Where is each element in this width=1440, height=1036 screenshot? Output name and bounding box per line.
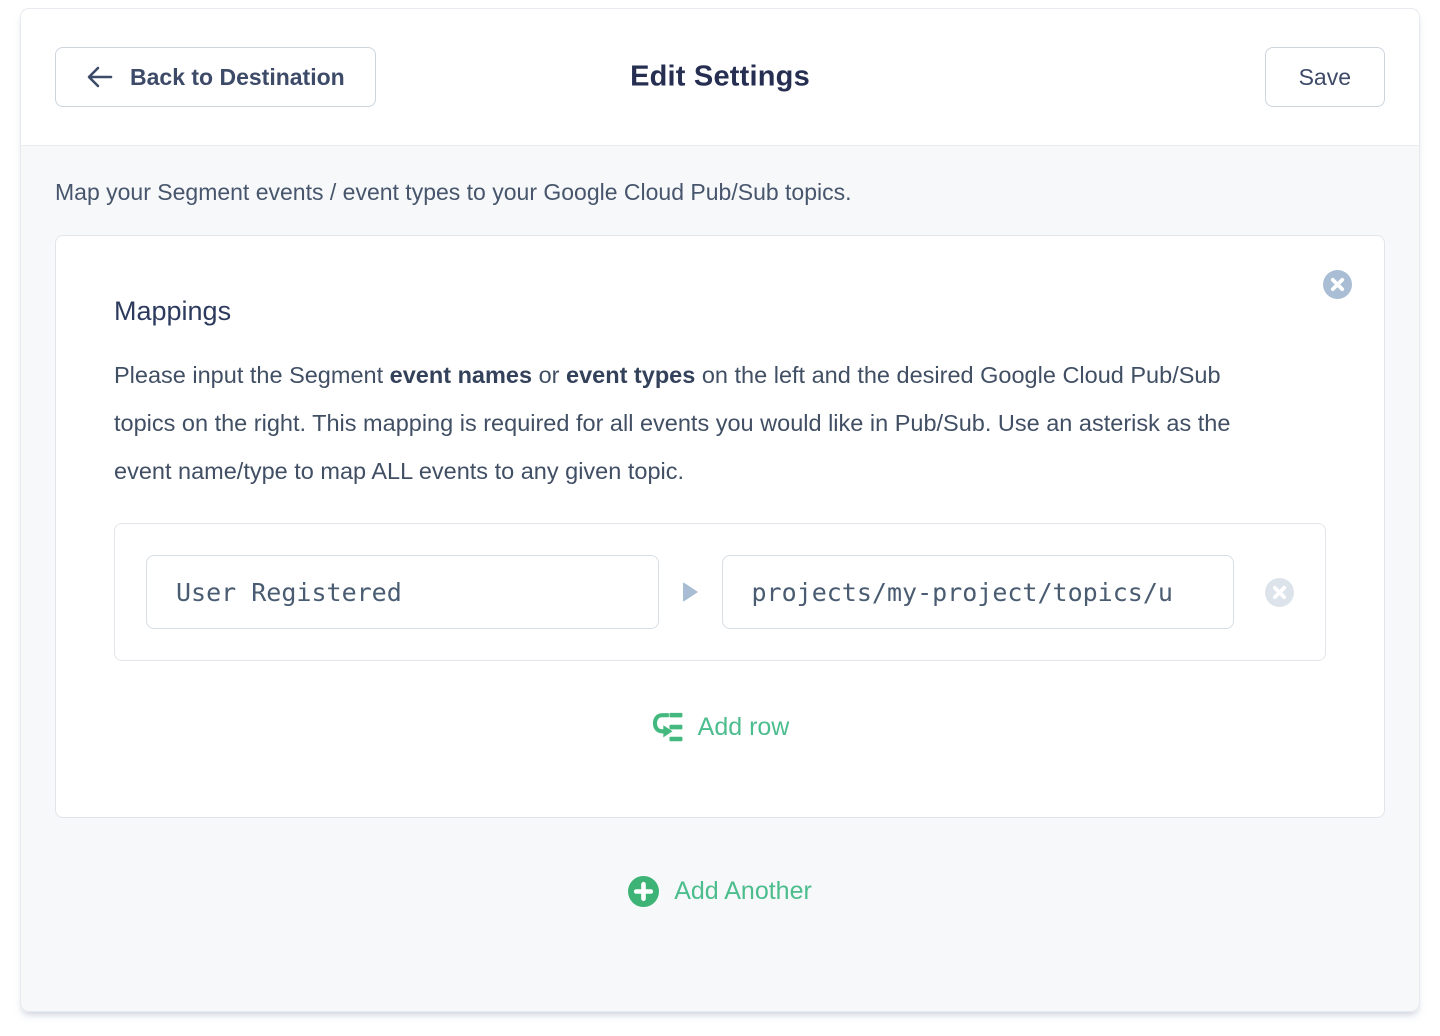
triangle-right-icon xyxy=(683,582,698,602)
edit-settings-panel: Back to Destination Edit Settings Save M… xyxy=(20,8,1420,1012)
close-card-button[interactable] xyxy=(1323,270,1352,299)
close-circle-icon xyxy=(1265,578,1294,607)
back-button-label: Back to Destination xyxy=(130,64,345,91)
emphasis-event-names: event names xyxy=(390,362,532,388)
add-another-button[interactable]: Add Another xyxy=(55,876,1385,907)
event-name-input[interactable] xyxy=(146,555,659,629)
mappings-card: Mappings Please input the Segment event … xyxy=(55,235,1385,818)
plus-circle-icon xyxy=(628,876,659,907)
add-row-button[interactable]: Add row xyxy=(114,711,1326,743)
header-bar: Back to Destination Edit Settings Save xyxy=(21,9,1419,146)
insert-row-icon xyxy=(651,711,683,743)
settings-body: Map your Segment events / event types to… xyxy=(21,179,1419,907)
emphasis-event-types: event types xyxy=(566,362,695,388)
page-title: Edit Settings xyxy=(630,61,810,94)
intro-text: Map your Segment events / event types to… xyxy=(55,179,1385,206)
mapping-row xyxy=(114,523,1326,661)
card-title: Mappings xyxy=(114,296,1326,327)
save-button[interactable]: Save xyxy=(1265,47,1385,107)
card-description: Please input the Segment event names or … xyxy=(114,351,1284,495)
add-row-label: Add row xyxy=(698,713,790,742)
close-circle-icon xyxy=(1323,270,1352,299)
topic-input[interactable] xyxy=(722,555,1235,629)
remove-row-button[interactable] xyxy=(1265,578,1294,607)
back-to-destination-button[interactable]: Back to Destination xyxy=(55,47,376,107)
add-another-label: Add Another xyxy=(674,877,812,906)
arrow-left-icon xyxy=(86,65,113,89)
